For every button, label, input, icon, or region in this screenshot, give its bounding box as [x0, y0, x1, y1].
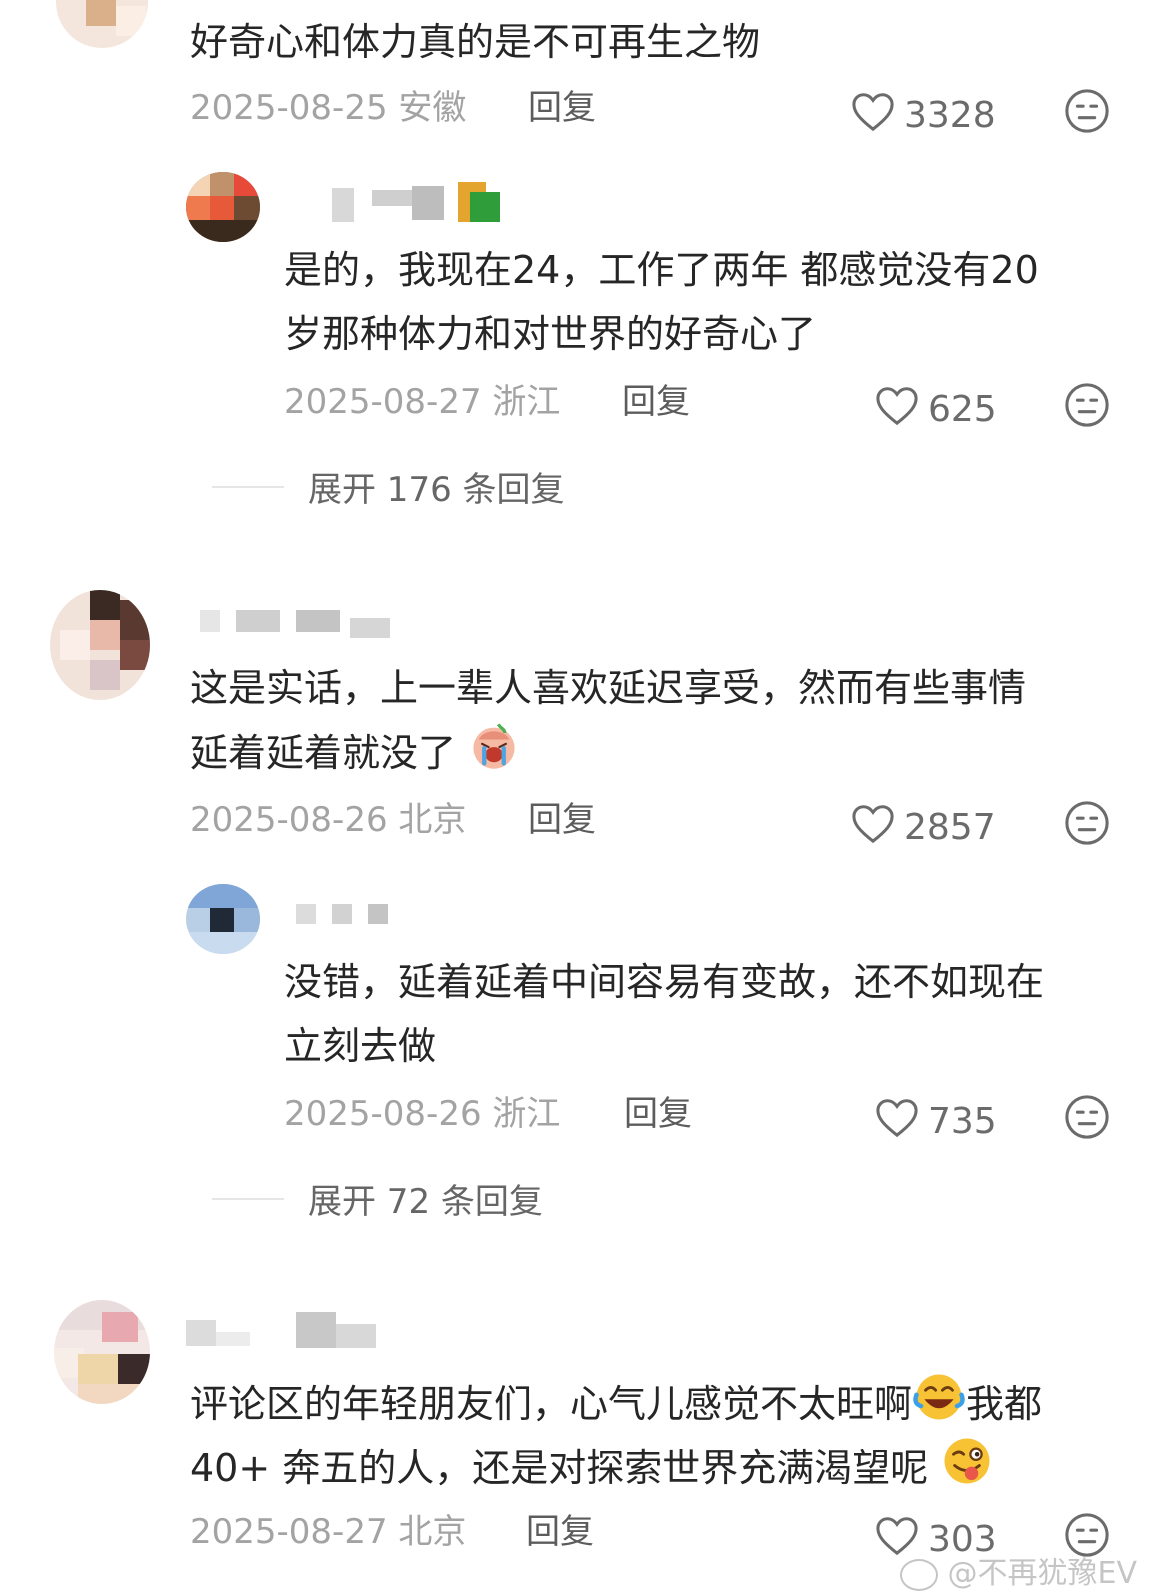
comment-date: 2025-08-25 [190, 88, 388, 128]
username-blurred[interactable] [300, 182, 510, 226]
reply-date: 2025-08-26 [284, 1094, 482, 1134]
avatar[interactable] [50, 590, 150, 700]
comment-location: 北京 [398, 1512, 467, 1552]
reply-button[interactable]: 回复 [624, 1094, 692, 1134]
comment-text: 这是实话，上一辈人喜欢延迟享受，然而有些事情 [190, 666, 1027, 710]
dislike-face-icon[interactable] [1064, 382, 1110, 432]
reply-text: 是的，我现在24，工作了两年 都感觉没有20 [284, 248, 1039, 292]
reply-text: 没错，延着延着中间容易有变故，还不如现在 [284, 960, 1045, 1004]
heart-icon [850, 90, 896, 141]
comment-meta: 2025-08-26 北京 [190, 800, 466, 840]
heart-icon [874, 384, 920, 435]
dislike-face-icon[interactable] [1064, 88, 1110, 138]
winking-tongue-icon [940, 1434, 994, 1507]
expand-replies-button[interactable]: 展开 176 条回复 [212, 462, 565, 511]
avatar[interactable] [56, 0, 148, 48]
comment-text-line: 评论区的年轻朋友们，心气儿感觉不太旺啊 [190, 1382, 913, 1426]
laughing-tears-icon [912, 1370, 966, 1443]
comment-meta: 2025-08-27 北京 [190, 1512, 466, 1552]
reply-meta: 2025-08-26 浙江 [284, 1094, 560, 1134]
comment-text-line: 延着延着就没了 [190, 731, 457, 775]
avatar[interactable] [186, 172, 260, 242]
weibo-logo-icon [900, 1558, 938, 1591]
reply-date: 2025-08-27 [284, 382, 482, 422]
like-count: 3328 [904, 94, 996, 136]
reply-button[interactable]: 回复 [622, 382, 690, 422]
expand-replies-button[interactable]: 展开 72 条回复 [212, 1174, 543, 1223]
reply-text: 岁那种体力和对世界的好奇心了 [284, 312, 817, 356]
reply-button[interactable]: 回复 [526, 1512, 594, 1552]
like-count: 735 [928, 1100, 997, 1142]
watermark-text: @不再犹豫EV [947, 1556, 1138, 1591]
avatar[interactable] [186, 884, 260, 954]
comment-text: 好奇心和体力真的是不可再生之物 [190, 20, 761, 64]
heart-icon [874, 1096, 920, 1147]
username-blurred[interactable] [200, 604, 410, 640]
like-count: 2857 [904, 806, 996, 848]
reply-location: 浙江 [492, 1094, 561, 1134]
comment-text: 40+ 奔五的人，还是对探索世界充满渴望呢 [190, 1434, 994, 1507]
username-blurred[interactable] [296, 900, 396, 930]
comment-location: 安徽 [398, 88, 467, 128]
crying-face-icon [468, 720, 520, 791]
reply-button[interactable]: 回复 [528, 88, 596, 128]
comment-date: 2025-08-27 [190, 1512, 388, 1552]
dislike-face-icon[interactable] [1064, 800, 1110, 850]
heart-icon [850, 802, 896, 853]
comment-text-line: 40+ 奔五的人，还是对探索世界充满渴望呢 [190, 1446, 929, 1490]
like-count: 625 [928, 388, 997, 430]
watermark: @不再犹豫EV [900, 1548, 1137, 1592]
reply-meta: 2025-08-27 浙江 [284, 382, 560, 422]
comment-date: 2025-08-26 [190, 800, 388, 840]
divider [212, 1197, 284, 1200]
username-blurred[interactable] [186, 1312, 396, 1352]
like-button[interactable]: 735 [874, 1096, 997, 1147]
avatar[interactable] [54, 1300, 150, 1404]
expand-replies-label: 展开 72 条回复 [308, 1182, 543, 1222]
dislike-face-icon[interactable] [1064, 1094, 1110, 1144]
reply-text: 立刻去做 [284, 1024, 437, 1068]
reply-location: 浙江 [492, 382, 561, 422]
comment-text: 评论区的年轻朋友们，心气儿感觉不太旺啊 我都 [190, 1370, 1042, 1443]
like-button[interactable]: 2857 [850, 802, 996, 853]
comment-text: 延着延着就没了 [190, 720, 520, 791]
comment-text-line: 我都 [966, 1382, 1043, 1426]
like-button[interactable]: 3328 [850, 90, 996, 141]
like-button[interactable]: 625 [874, 384, 997, 435]
divider [212, 485, 284, 488]
expand-replies-label: 展开 176 条回复 [308, 470, 565, 510]
comment-location: 北京 [398, 800, 467, 840]
comment-meta: 2025-08-25 安徽 [190, 88, 466, 128]
reply-button[interactable]: 回复 [528, 800, 596, 840]
